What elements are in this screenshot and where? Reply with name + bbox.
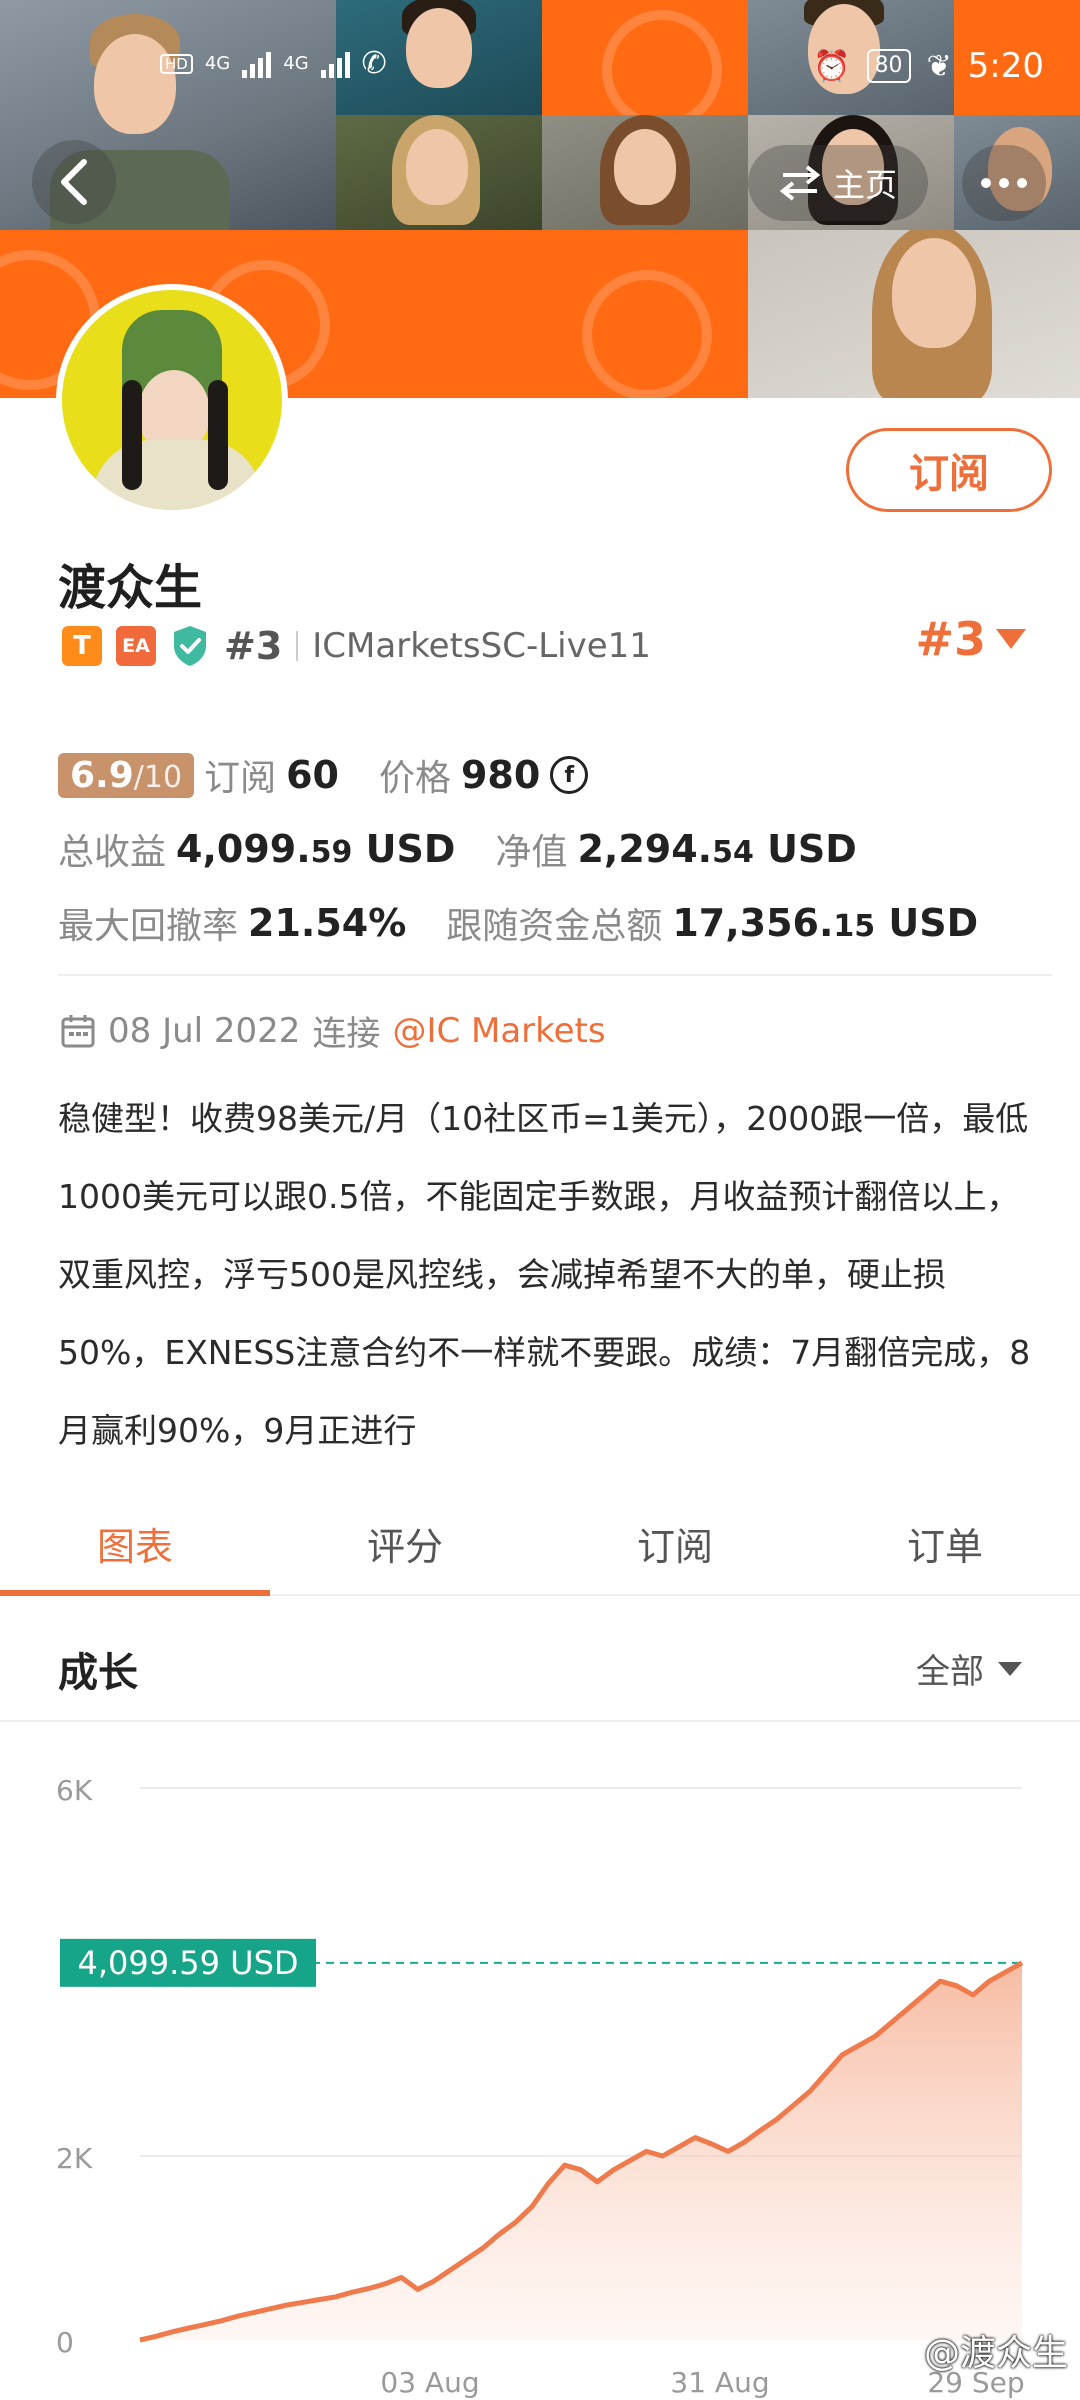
network-type-label: 4G [204,53,231,74]
rank-value: #3 [915,612,986,666]
price-value: 980 [460,753,541,797]
banner-photo [748,230,1080,398]
stat-row: 6.9/10 订阅 60 价格 980 f [58,738,1038,812]
leaf-icon: ❦ [926,48,952,84]
calendar-icon [61,1014,95,1047]
follow-funds-value: 17,356.15 USD [672,901,979,945]
alarm-icon: ⏰ [813,48,851,84]
banner-photo [542,115,748,230]
drawdown-label: 最大回撤率 [58,906,239,947]
tab-subscriptions[interactable]: 订阅 [540,1498,810,1594]
follow-funds-label: 跟随资金总额 [446,906,663,947]
trader-badge: T [62,626,102,666]
y-tick-label: 2K [56,2142,93,2175]
rank-label: #3 [224,624,283,668]
chevron-down-icon [996,629,1026,649]
coin-icon: f [550,756,589,794]
total-profit-value: 4,099.59 USD [176,827,456,871]
growth-chart-svg: 6K2K003 Aug 31 Aug 29 Sep4,099.59 USD [56,1774,1025,2399]
x-tick-label: 31 Aug [670,2366,769,2399]
tab-orders[interactable]: 订单 [810,1498,1080,1594]
network-type-label: 4G [283,53,309,74]
subscribe-count: 60 [286,753,339,797]
call-icon: ✆ [361,46,387,81]
growth-chart: 6K 2K 0 03 Aug 31 Aug 29 Sep 4,099.59 USD @渡众生 [0,1724,1080,2400]
app-screen: HD 4G 4G ✆ ⏰ 80 ❦ 5:20 主页 订阅 渡众生 T EA #3… [0,0,1080,2400]
broker-server: ICMarketsSC-Live11 [312,626,651,666]
signal-icon [242,50,272,78]
stat-row: 总收益 4,099.59 USD 净值 2,294.54 USD [58,812,1038,886]
more-options-button[interactable] [962,145,1046,221]
clock: 5:20 [967,46,1044,86]
growth-section-header: 成长 全部 [0,1606,1080,1722]
status-bar: HD 4G 4G ✆ ⏰ 80 ❦ 5:20 [0,40,1080,100]
series-area [140,1962,1022,2340]
drawdown-value: 21.54% [248,901,407,945]
strategy-description: 稳健型！收费98美元/月（10社区币=1美元），2000跟一倍，最低1000美元… [58,1099,1031,1450]
banner-pattern [336,230,542,398]
tab-ratings[interactable]: 评分 [270,1498,540,1594]
battery-indicator: 80 [866,49,911,83]
ea-badge: EA [116,626,156,666]
equity-value: 2,294.54 USD [577,827,857,871]
y-tick-label: 0 [56,2326,74,2359]
home-button[interactable]: 主页 [748,145,928,221]
x-tick-label: 03 Aug [380,2366,479,2399]
badge-row: T EA #3 ICMarketsSC-Live11 [62,620,651,672]
range-filter-dropdown[interactable]: 全部 [916,1644,1022,1693]
home-label: 主页 [832,166,897,204]
subscribe-count-label: 订阅 [204,758,277,799]
hd-icon: HD [160,53,193,74]
y-tick-label: 6K [56,1774,93,1807]
tab-bar: 图表 评分 订阅 订单 [0,1498,1080,1596]
banner-photo [336,115,542,230]
connect-date: 08 Jul 2022 [108,1010,301,1051]
subscribe-button[interactable]: 订阅 [846,428,1052,512]
watermark: @渡众生 [923,2333,1068,2374]
back-button[interactable] [32,140,116,224]
swap-icon [779,165,821,201]
rating-badge: 6.9/10 [58,752,195,798]
range-filter-label: 全部 [916,1652,984,1692]
price-label: 价格 [378,758,451,799]
stat-row: 最大回撤率 21.54% 跟随资金总额 17,356.15 USD [58,886,1038,960]
trader-name: 渡众生 [58,560,203,616]
connect-label: 连接 [312,1014,381,1054]
chevron-left-icon [61,159,87,205]
signal-icon [320,50,350,78]
divider [58,974,1052,976]
section-title: 成长 [58,1650,138,1696]
connection-meta: 08 Jul 2022 连接 @IC Markets [60,1006,606,1055]
broker-link[interactable]: @IC Markets [392,1011,605,1051]
tab-chart[interactable]: 图表 [0,1498,270,1596]
banner-pattern [542,230,748,398]
stats-panel: 6.9/10 订阅 60 价格 980 f 总收益 4,099.59 USD 净… [58,738,1038,960]
chevron-down-icon [998,1661,1022,1676]
equity-label: 净值 [495,832,568,873]
rank-dropdown[interactable]: #3 [915,612,1026,666]
total-profit-label: 总收益 [58,832,167,873]
avatar[interactable] [56,284,288,516]
verified-shield-icon [174,626,206,666]
divider [296,631,299,661]
current-value-label: 4,099.59 USD [77,1944,298,1982]
